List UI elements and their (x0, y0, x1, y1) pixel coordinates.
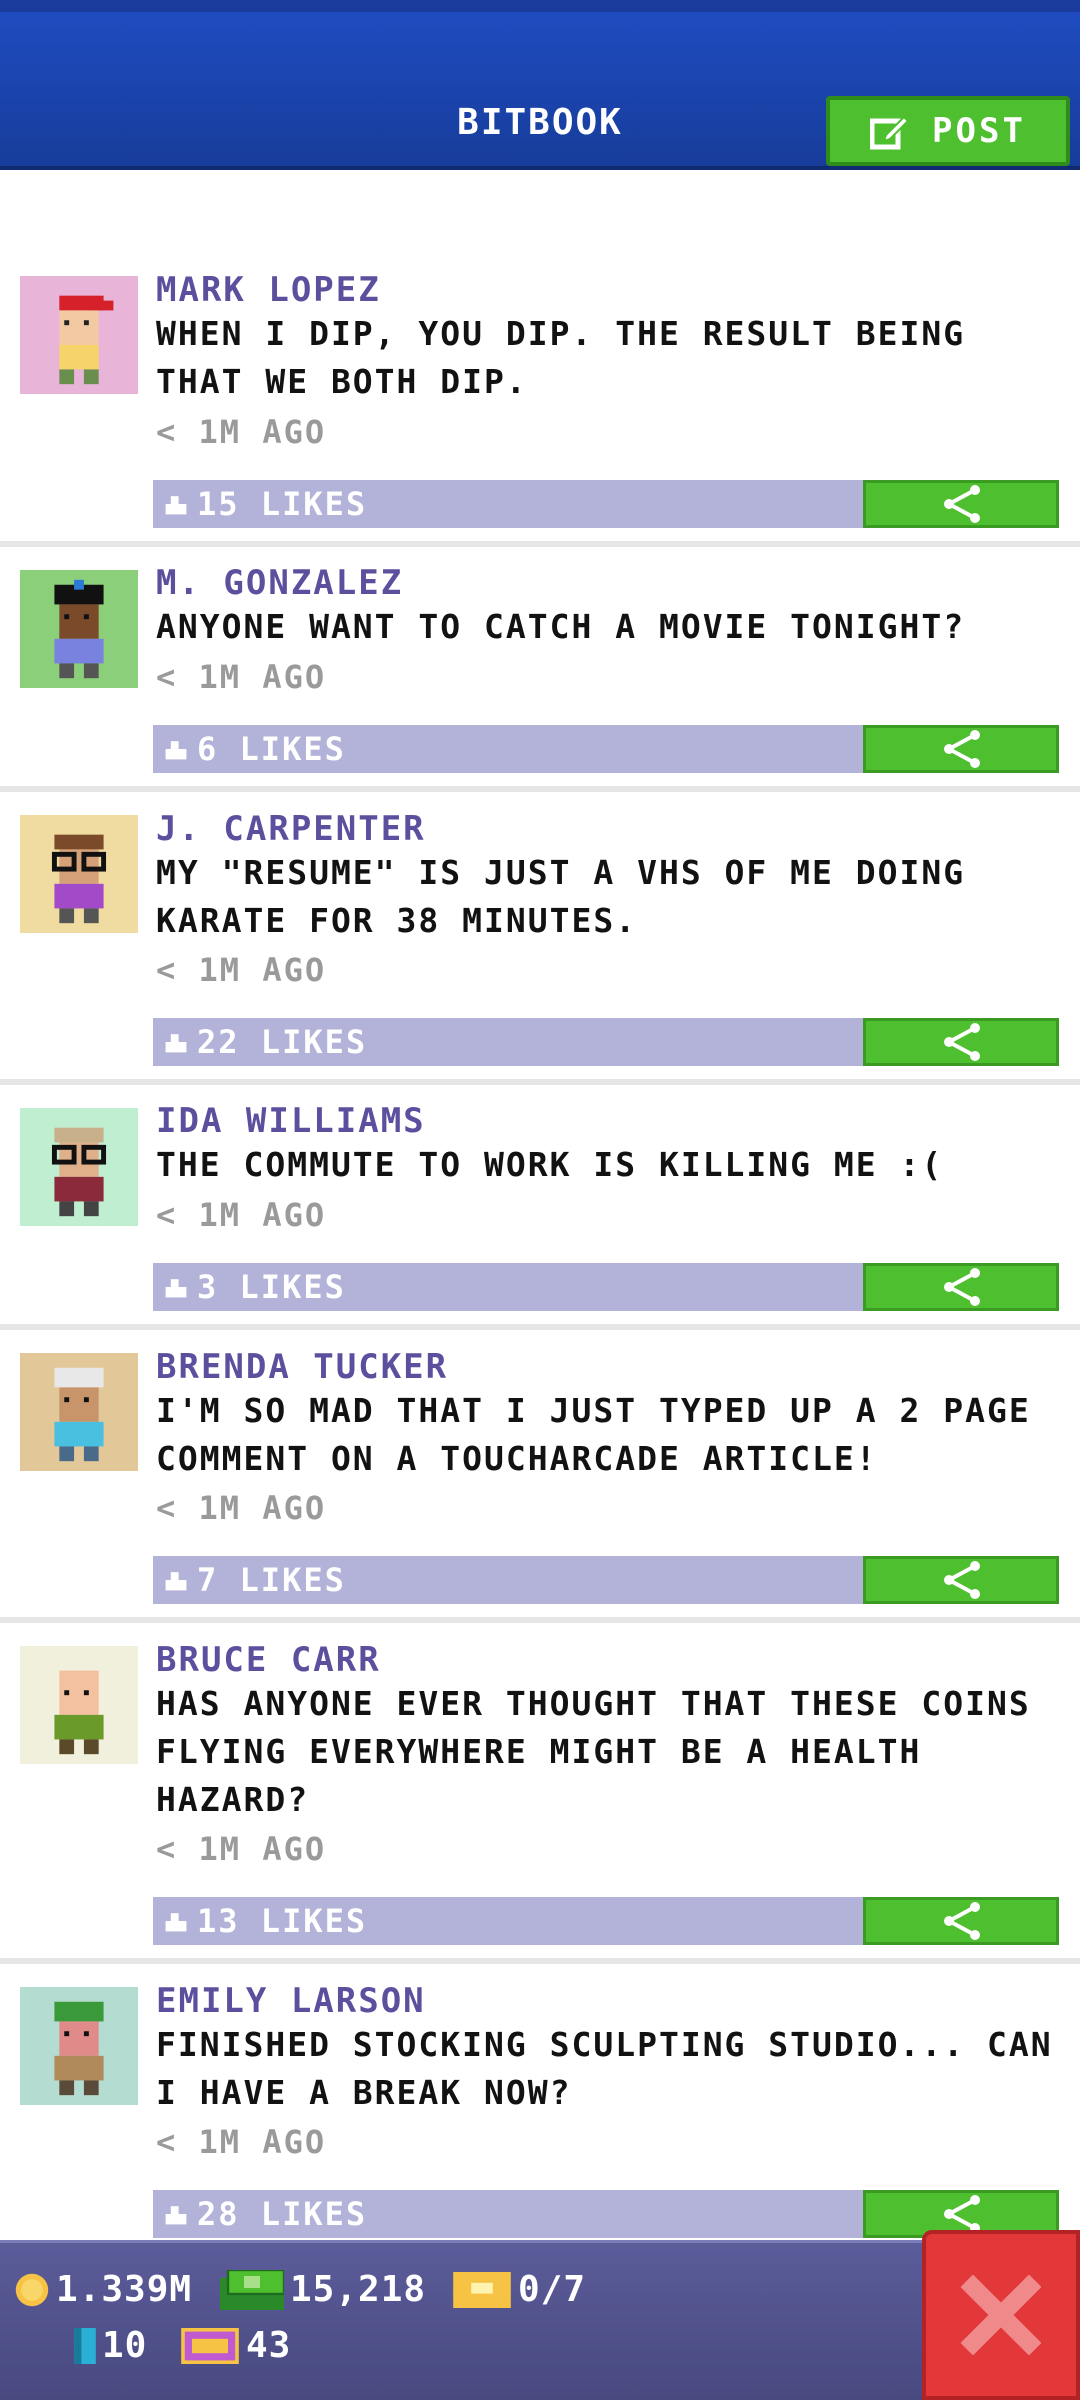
share-button[interactable] (863, 725, 1059, 773)
likes-count: 7 LIKES (197, 1561, 346, 1599)
post-time: < 1M AGO (156, 1830, 327, 1868)
close-button[interactable] (922, 2230, 1080, 2400)
share-icon (944, 1902, 980, 1940)
avatar[interactable] (20, 815, 138, 933)
share-button[interactable] (863, 1263, 1059, 1311)
post-message: THE COMMUTE TO WORK IS KILLING ME :( (156, 1145, 944, 1184)
post-author[interactable]: EMILY LARSON (156, 1981, 426, 2021)
post-button-label: POST (932, 111, 1026, 151)
share-icon (944, 1023, 980, 1061)
tickets-stat[interactable]: 0/7 (452, 2269, 586, 2310)
like-button[interactable]: 13 LIKES (153, 1897, 863, 1945)
post-time: < 1M AGO (156, 951, 327, 989)
like-button[interactable]: 6 LIKES (153, 725, 863, 773)
thumbs-up-icon (165, 2206, 187, 2225)
bux-icon (220, 2269, 284, 2310)
likes-count: 15 LIKES (197, 485, 368, 523)
post-time: < 1M AGO (156, 658, 327, 696)
cards-value: 10 (102, 2325, 148, 2366)
likes-count: 28 LIKES (197, 2195, 368, 2233)
thumbs-up-icon (165, 741, 187, 760)
thumbs-up-icon (165, 496, 187, 515)
likes-count: 6 LIKES (197, 730, 346, 768)
close-icon (961, 2275, 1041, 2355)
likes-count: 13 LIKES (197, 1902, 368, 1940)
ticket-icon (453, 2271, 511, 2308)
avatar[interactable] (20, 276, 138, 394)
post-time: < 1M AGO (156, 2123, 327, 2161)
bux-value: 15,218 (290, 2269, 427, 2310)
like-button[interactable]: 22 LIKES (153, 1018, 863, 1066)
thumbs-up-icon (165, 1572, 187, 1591)
post-time: < 1M AGO (156, 1489, 327, 1527)
post-message: ANYONE WANT TO CATCH A MOVIE TONIGHT? (156, 607, 966, 646)
share-icon (944, 485, 980, 523)
coins-stat[interactable]: 1.339M (14, 2269, 192, 2310)
thumbs-up-icon (165, 1279, 187, 1298)
like-button[interactable]: 7 LIKES (153, 1556, 863, 1604)
post-time: < 1M AGO (156, 1196, 327, 1234)
tickets-value: 0/7 (518, 2269, 587, 2310)
app-header: BITBOOK POST (0, 12, 1080, 170)
post-time: < 1M AGO (156, 413, 327, 451)
divider (0, 1617, 1080, 1623)
share-button[interactable] (863, 1556, 1059, 1604)
status-bar (0, 0, 1080, 12)
cards-stat[interactable]: 10 (74, 2325, 147, 2366)
avatar[interactable] (20, 1646, 138, 1764)
post-author[interactable]: IDA WILLIAMS (156, 1101, 426, 1141)
post-message: FINISHED STOCKING SCULPTING STUDIO... CA… (156, 2025, 1053, 2112)
divider (0, 1324, 1080, 1330)
post-author[interactable]: J. CARPENTER (156, 809, 426, 849)
share-button[interactable] (863, 1897, 1059, 1945)
post-message: I'M SO MAD THAT I JUST TYPED UP A 2 PAGE… (156, 1391, 1031, 1478)
share-icon (944, 1268, 980, 1306)
post-author[interactable]: BRENDA TUCKER (156, 1347, 448, 1387)
share-icon (944, 1561, 980, 1599)
thumbs-up-icon (165, 1913, 187, 1932)
avatar[interactable] (20, 1108, 138, 1226)
likes-count: 22 LIKES (197, 1023, 368, 1061)
thumbs-up-icon (165, 1034, 187, 1053)
like-button[interactable]: 3 LIKES (153, 1263, 863, 1311)
coins-value: 1.339M (56, 2269, 193, 2310)
post-message: HAS ANYONE EVER THOUGHT THAT THESE COINS… (156, 1684, 1031, 1819)
post-button[interactable]: POST (826, 96, 1070, 166)
divider (0, 786, 1080, 792)
divider (0, 541, 1080, 547)
avatar[interactable] (20, 1353, 138, 1471)
card-icon (74, 2327, 96, 2364)
share-icon (944, 730, 980, 768)
gems-value: 43 (246, 2325, 292, 2366)
post-author[interactable]: MARK LOPEZ (156, 270, 381, 310)
likes-count: 3 LIKES (197, 1268, 346, 1306)
post-message: WHEN I DIP, YOU DIP. THE RESULT BEING TH… (156, 314, 966, 401)
share-button[interactable] (863, 1018, 1059, 1066)
coin-icon (15, 2273, 49, 2306)
avatar[interactable] (20, 570, 138, 688)
share-button[interactable] (863, 480, 1059, 528)
divider (0, 1079, 1080, 1085)
like-button[interactable]: 15 LIKES (153, 480, 863, 528)
divider (0, 1958, 1080, 1964)
like-button[interactable]: 28 LIKES (153, 2190, 863, 2238)
currency-bar: 1.339M 15,218 0/7 10 43 (0, 2240, 1080, 2400)
bux-stat[interactable]: 15,218 (220, 2269, 426, 2310)
edit-icon (870, 115, 910, 150)
post-message: MY "RESUME" IS JUST A VHS OF ME DOING KA… (156, 853, 966, 940)
gems-stat[interactable]: 43 (180, 2325, 291, 2366)
feed[interactable]: MARK LOPEZ WHEN I DIP, YOU DIP. THE RESU… (0, 170, 1080, 2240)
post-author[interactable]: BRUCE CARR (156, 1640, 381, 1680)
vip-icon (181, 2327, 239, 2364)
avatar[interactable] (20, 1987, 138, 2105)
post-author[interactable]: M. GONZALEZ (156, 563, 403, 603)
share-icon (944, 2195, 980, 2233)
